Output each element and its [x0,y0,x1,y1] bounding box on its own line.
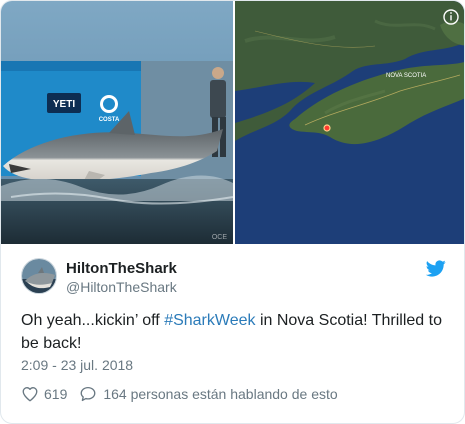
shark-photo[interactable]: YETI COSTA OCE [1,1,233,244]
map-image[interactable]: NOVA SCOTIA [233,1,464,244]
costa-logo: COSTA [99,117,120,123]
tweet-text-part-1: Oh yeah...kickin’ off [21,312,165,329]
timestamp-link[interactable]: 2:09 - 23 jul. 2018 [21,357,133,373]
avatar[interactable] [21,258,57,294]
speech-bubble-icon[interactable] [79,385,97,403]
twitter-bird-icon[interactable] [426,260,446,277]
shark-avatar [22,259,56,293]
like-count: 619 [44,386,68,402]
display-name[interactable]: HiltonTheShark [66,260,177,277]
shark-photo-image: YETI COSTA OCE [1,1,233,244]
actions-row: 619 164 personas están hablando de esto [21,384,338,404]
tweet-card: YETI COSTA OCE NOVA SCOTIA HiltonTheShar… [0,0,465,424]
nova-scotia-map: NOVA SCOTIA [235,1,464,244]
tweet-text: Oh yeah...kickin’ off #SharkWeek in Nova… [21,309,451,355]
location-pin-icon [323,124,331,132]
author-row: HiltonTheShark @HiltonTheShark [21,258,446,298]
hashtag-link[interactable]: #SharkWeek [164,312,255,329]
conversation-link[interactable]: 164 personas están hablando de esto [103,386,337,402]
yeti-logo: YETI [53,99,75,110]
map-label-nova-scotia: NOVA SCOTIA [386,73,426,79]
heart-outline-icon[interactable] [21,385,39,403]
handle[interactable]: @HiltonTheShark [66,279,177,295]
media-gallery: YETI COSTA OCE NOVA SCOTIA [1,1,464,244]
svg-text:OCE: OCE [212,234,228,241]
